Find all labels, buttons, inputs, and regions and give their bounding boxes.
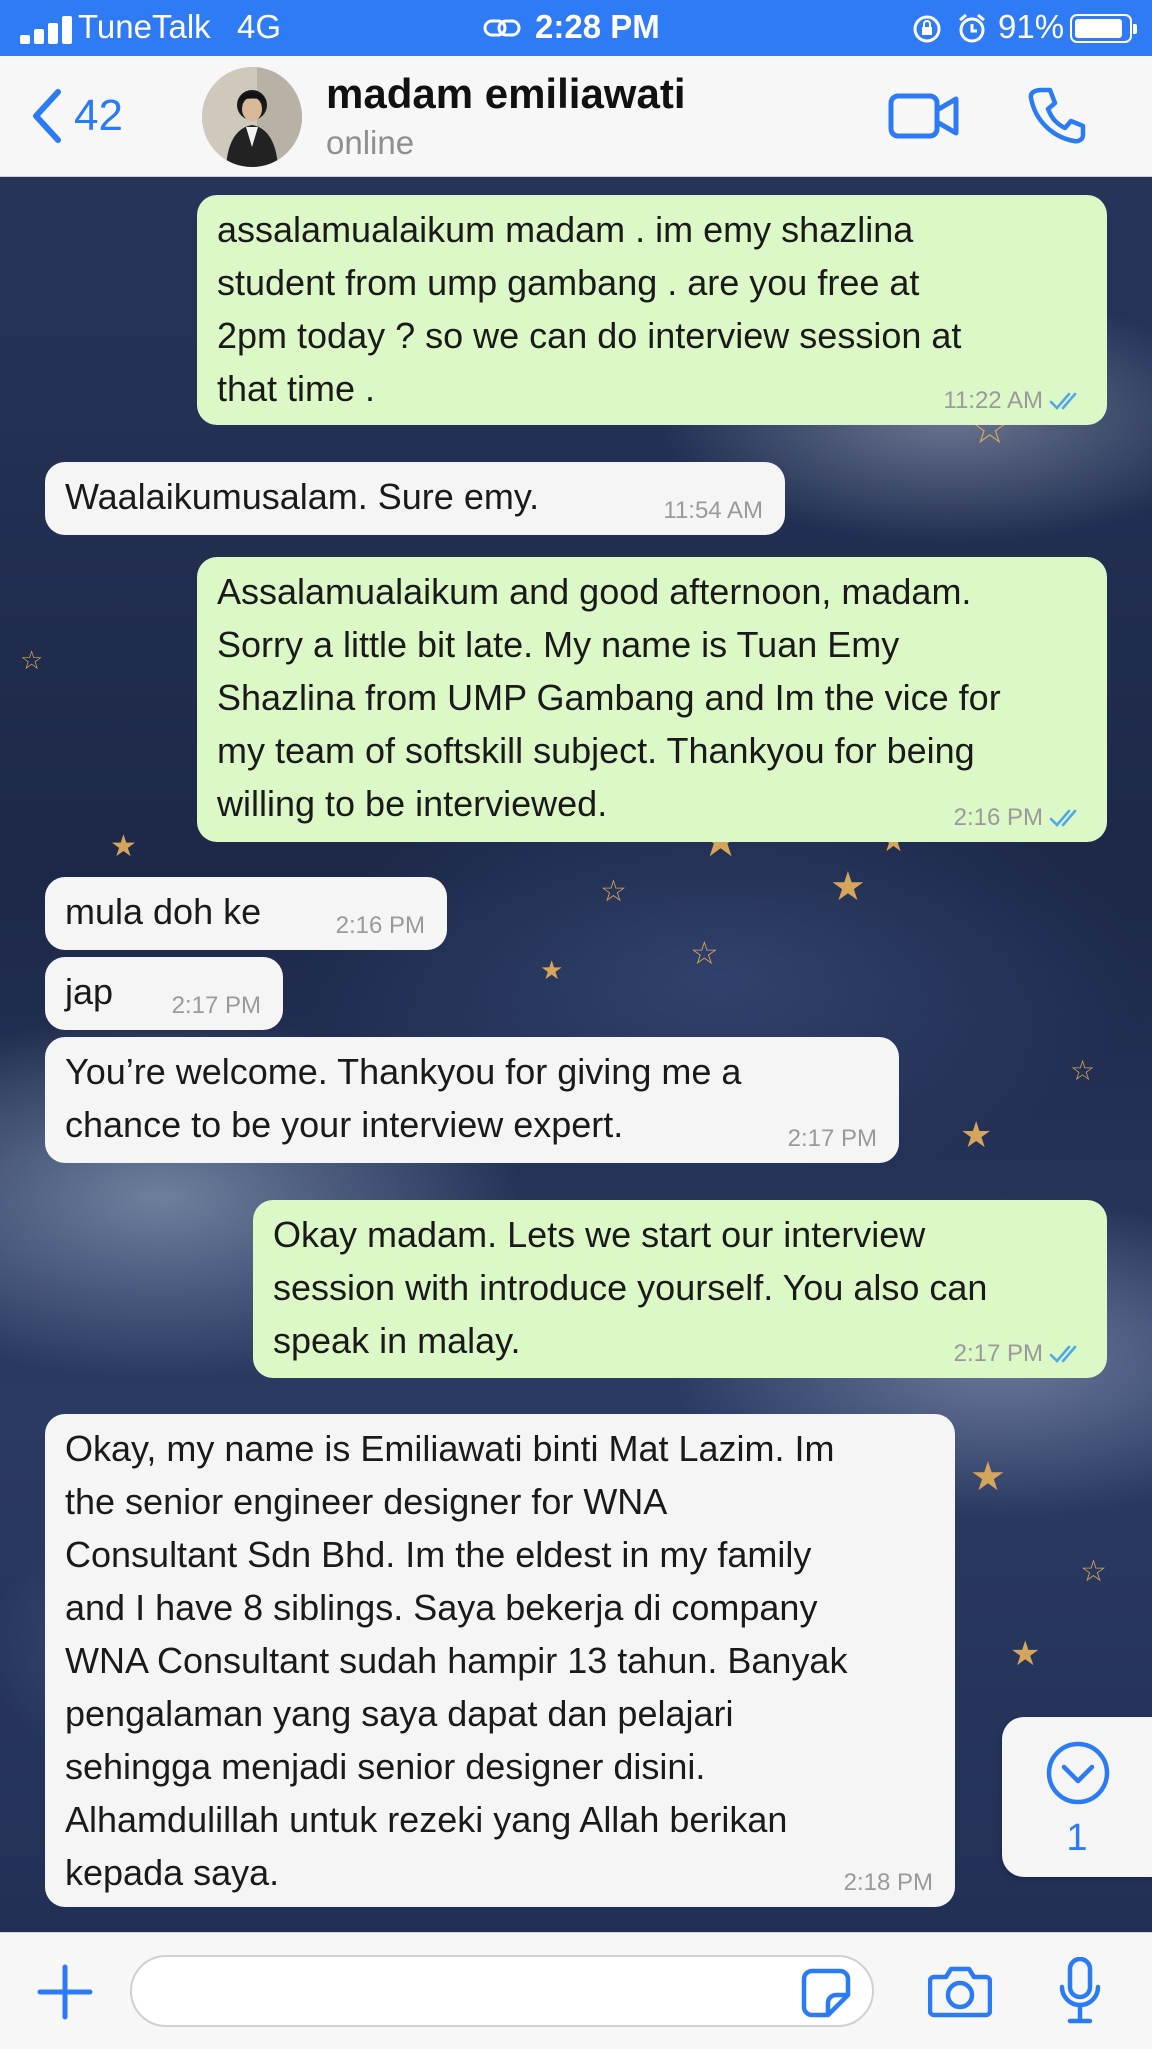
- message-bubble-incoming[interactable]: jap 2:17 PM: [45, 957, 283, 1030]
- star-decoration: ☆: [1080, 1555, 1107, 1588]
- plus-icon[interactable]: [36, 1963, 94, 2021]
- message-time: 2:16 PM: [335, 912, 425, 939]
- message-time: 11:54 AM: [663, 497, 763, 524]
- network-label: 4G: [237, 8, 282, 45]
- read-receipt-icon: [1049, 809, 1077, 827]
- read-receipt-icon: [1049, 1345, 1077, 1363]
- back-button[interactable]: 42: [30, 86, 123, 146]
- message-time: 11:22 AM: [943, 387, 1043, 414]
- signal-icon: [20, 16, 80, 44]
- message-bubble-outgoing[interactable]: assalamualaikum madam . im emy shazlina …: [197, 195, 1107, 425]
- message-text: Assalamualaikum and good afternoon, mada…: [217, 571, 1001, 824]
- message-bubble-outgoing[interactable]: Okay madam. Lets we start our interview …: [253, 1200, 1107, 1378]
- read-receipt-icon: [1049, 392, 1077, 410]
- contact-name[interactable]: madam emiliawati: [326, 70, 685, 118]
- message-meta: 2:17 PM: [172, 992, 261, 1020]
- message-meta: 11:54 AM: [663, 497, 763, 525]
- battery-icon: [1070, 14, 1137, 43]
- star-decoration: ★: [110, 830, 137, 863]
- message-meta: 2:17 PM: [788, 1125, 877, 1153]
- alarm-icon: [959, 13, 985, 43]
- star-decoration: ☆: [690, 935, 719, 971]
- message-time: 2:16 PM: [953, 804, 1043, 831]
- presence-status: online: [326, 124, 415, 161]
- carrier-label: TuneTalk: [78, 8, 211, 45]
- phone-call-icon[interactable]: [1028, 86, 1086, 144]
- message-text: Waalaikumusalam. Sure emy.: [65, 476, 540, 517]
- scroll-to-bottom-button[interactable]: 1: [1002, 1717, 1152, 1877]
- message-bubble-incoming[interactable]: Waalaikumusalam. Sure emy. 11:54 AM: [45, 462, 785, 535]
- star-decoration: ★: [960, 1114, 993, 1155]
- message-bubble-incoming[interactable]: mula doh ke 2:16 PM: [45, 877, 447, 950]
- message-time: 2:17 PM: [953, 1340, 1043, 1367]
- star-decoration: ☆: [600, 875, 627, 908]
- contact-avatar[interactable]: [202, 67, 302, 167]
- chevron-down-circle-icon: [1046, 1741, 1110, 1805]
- video-call-icon[interactable]: [888, 90, 960, 142]
- microphone-icon[interactable]: [1058, 1957, 1102, 2025]
- hotspot-link-icon: [483, 19, 521, 37]
- message-text: Okay, my name is Emiliawati binti Mat La…: [65, 1428, 848, 1893]
- chat-header: 42 madam emiliawati online: [0, 56, 1152, 177]
- message-bubble-outgoing[interactable]: Assalamualaikum and good afternoon, mada…: [197, 557, 1107, 842]
- chat-history[interactable]: ☆ ★ ★ ★ ☆ ★ ☆ ★ ★ ☆ ★ ☆ ★ ☆ ★ ★ assalamu…: [0, 177, 1152, 1932]
- star-decoration: ☆: [20, 645, 44, 675]
- orientation-lock-icon: [913, 15, 941, 43]
- composer-bar: [0, 1932, 1152, 2049]
- clock: 2:28 PM: [535, 8, 660, 45]
- sticker-icon[interactable]: [800, 1967, 852, 2019]
- star-decoration: ★: [1010, 1635, 1041, 1673]
- message-meta: 2:18 PM: [844, 1869, 933, 1897]
- message-meta: 2:16 PM: [954, 804, 1085, 832]
- star-decoration: ★: [830, 865, 866, 909]
- back-chevron-icon: [33, 89, 61, 143]
- message-text: You’re welcome. Thankyou for giving me a…: [65, 1051, 742, 1145]
- unread-count-badge: 1: [1066, 1817, 1088, 1859]
- unread-chats-count: 42: [74, 91, 123, 140]
- message-time: 2:17 PM: [171, 992, 261, 1019]
- message-bubble-incoming[interactable]: Okay, my name is Emiliawati binti Mat La…: [45, 1414, 955, 1907]
- message-meta: 11:22 AM: [943, 387, 1085, 415]
- star-decoration: ☆: [1070, 1055, 1096, 1086]
- star-decoration: ★: [970, 1455, 1006, 1499]
- star-decoration: ★: [540, 955, 564, 985]
- status-bar: TuneTalk 4G 2:28 PM 91%: [0, 0, 1152, 56]
- battery-percent: 91%: [998, 8, 1065, 45]
- message-time: 2:17 PM: [787, 1125, 877, 1152]
- message-time: 2:18 PM: [843, 1869, 933, 1896]
- message-meta: 2:16 PM: [336, 912, 425, 940]
- message-bubble-incoming[interactable]: You’re welcome. Thankyou for giving me a…: [45, 1037, 899, 1163]
- camera-icon[interactable]: [928, 1963, 992, 2019]
- message-meta: 2:17 PM: [954, 1340, 1085, 1368]
- message-input[interactable]: [130, 1955, 874, 2027]
- message-text: assalamualaikum madam . im emy shazlina …: [217, 209, 962, 409]
